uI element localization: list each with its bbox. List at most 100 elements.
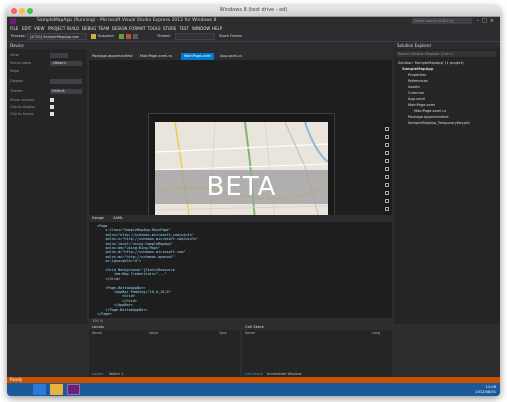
menu-build[interactable]: BUILD: [67, 25, 79, 32]
menu-tools[interactable]: TOOLS: [147, 25, 161, 32]
process-select[interactable]: [4720] SampleMapApp.exe: [27, 33, 87, 40]
device-panel: Device View Visual state <Base> Edge Disp…: [7, 42, 87, 324]
beta-overlay: BETA: [155, 170, 328, 204]
solution-explorer-title: Solution Explorer: [394, 42, 500, 49]
common-node[interactable]: Common: [408, 91, 424, 96]
thread-label: Thread:: [157, 34, 171, 38]
stop-icon[interactable]: [126, 34, 131, 39]
callstack-col-name: Name: [245, 331, 256, 335]
locals-col-value: Value: [149, 331, 159, 335]
references-node[interactable]: References: [408, 79, 428, 84]
tab-design[interactable]: Design: [92, 215, 104, 222]
menu-store[interactable]: STORE: [163, 25, 176, 32]
vs-window-controls[interactable]: –□×: [477, 18, 497, 24]
explorer-taskbar-icon[interactable]: [50, 384, 63, 395]
rotate-cw-icon[interactable]: [385, 167, 389, 171]
callstack-col-lang: Lang: [372, 331, 381, 335]
mac-window: Windows 8 (test drive - ed) SampleMapApp…: [7, 6, 500, 396]
menu-test[interactable]: TEST: [179, 25, 189, 32]
device-row-edge: Edge: [10, 69, 20, 73]
lifecycle-icon[interactable]: [91, 34, 96, 39]
location-icon[interactable]: [385, 191, 389, 195]
solution-search-input[interactable]: Search Solution Explorer (Ctrl+;): [396, 51, 496, 57]
suspend-button[interactable]: Suspend: [98, 33, 113, 40]
xaml-line: </Page>: [97, 312, 112, 316]
xaml-line: mc:Ignorable="d">: [97, 259, 142, 264]
zoom-select[interactable]: 100 %: [92, 319, 103, 323]
solution-node[interactable]: Solution 'SampleMapApp' (1 project): [398, 61, 464, 66]
clip-frame-checkbox[interactable]: [50, 112, 54, 116]
taskbar-clock[interactable]: 11:06 2012/08/31: [475, 385, 496, 394]
resolution-icon[interactable]: [385, 183, 389, 187]
theme-select[interactable]: Default: [50, 88, 82, 94]
device-panel-title: Device: [7, 42, 87, 49]
view-toggle[interactable]: [50, 52, 68, 58]
visual-studio-taskbar-icon[interactable]: [67, 384, 80, 395]
tab-mainpage-xaml[interactable]: MainPage.xaml: [181, 53, 215, 60]
document-tabs: Package.appxmanifest MainPage.xaml.cs Ma…: [89, 53, 392, 60]
locals-col-type: Type: [219, 331, 227, 335]
pin-icon[interactable]: [385, 127, 389, 131]
project-node[interactable]: SampleMapApp: [402, 67, 434, 72]
assets-node[interactable]: Assets: [408, 85, 420, 90]
bing-map[interactable]: BETA: [155, 122, 328, 221]
mac-titlebar: Windows 8 (test drive - ed): [7, 6, 500, 17]
menu-design[interactable]: DESIGN: [112, 25, 127, 32]
ie-taskbar-icon[interactable]: [33, 384, 46, 395]
step-icon[interactable]: [133, 34, 138, 39]
vs-logo-icon: [10, 18, 16, 24]
device-row-clip-frame: Clip to frame: [10, 111, 54, 117]
quick-launch-input[interactable]: Quick Launch (Ctrl+Q): [412, 18, 472, 24]
device-row-visual-state: Visual state <Base>: [10, 60, 82, 66]
visual-state-select[interactable]: <Base>: [50, 60, 82, 66]
touch-mode-icon[interactable]: [385, 143, 389, 147]
temporary-key-node[interactable]: SampleMapApp_TemporaryKey.pfx: [408, 121, 470, 126]
debug-toolbar: Process: [4720] SampleMapApp.exe Suspend…: [7, 32, 500, 42]
app-xaml-node[interactable]: App.xaml: [408, 97, 425, 102]
menu-help[interactable]: HELP: [212, 25, 222, 32]
tab-xaml[interactable]: XAML: [113, 215, 123, 222]
stack-frame-label: Stack Frame:: [219, 34, 243, 38]
mac-window-title: Windows 8 (test drive - ed): [219, 7, 288, 13]
xaml-line: </Grid>: [97, 276, 121, 281]
xaml-editor[interactable]: <Page x:Class="SampleMapApp.MainPage" xm…: [89, 222, 392, 318]
menu-window[interactable]: WINDOW: [192, 25, 210, 32]
menu-project[interactable]: PROJECT: [48, 25, 65, 32]
menu-file[interactable]: FILE: [10, 25, 18, 32]
clock-date: 2012/08/31: [475, 389, 496, 394]
rotation-icon[interactable]: [385, 159, 389, 163]
continue-icon[interactable]: [119, 34, 124, 39]
screenshot-icon[interactable]: [385, 199, 389, 203]
tab-app-cs[interactable]: App.xaml.cs: [217, 53, 245, 60]
windows-taskbar: 11:06 2012/08/31: [7, 383, 500, 396]
locals-title: Locals: [89, 324, 240, 330]
design-xaml-splitbar: Design XAML: [89, 215, 392, 222]
tab-package-manifest[interactable]: Package.appxmanifest: [89, 53, 136, 60]
menu-debug[interactable]: DEBUG: [82, 25, 96, 32]
clip-display-checkbox[interactable]: [50, 105, 54, 109]
properties-node[interactable]: Properties: [408, 73, 426, 78]
solution-explorer: Solution Explorer Search Solution Explor…: [394, 42, 500, 324]
pinch-zoom-icon[interactable]: [385, 151, 389, 155]
menu-edit[interactable]: EDIT: [22, 25, 31, 32]
rotate-ccw-icon[interactable]: [385, 175, 389, 179]
call-stack-title: Call Stack: [242, 324, 392, 330]
tab-mainpage-cs[interactable]: MainPage.xaml.cs: [137, 53, 175, 60]
manifest-node[interactable]: Package.appxmanifest: [408, 115, 449, 120]
mainpage-cs-node[interactable]: MainPage.xaml.cs: [414, 109, 446, 114]
process-label: Process:: [11, 34, 26, 38]
device-row-clip-display: Clip to display: [10, 104, 54, 110]
menu-view[interactable]: VIEW: [34, 25, 44, 32]
menu-format[interactable]: FORMAT: [129, 25, 146, 32]
thread-select[interactable]: [175, 33, 215, 40]
settings-icon[interactable]: [385, 207, 389, 211]
menu-bar: FILE EDIT VIEW PROJECT BUILD DEBUG TEAM …: [7, 25, 500, 32]
mainpage-xaml-node[interactable]: MainPage.xaml: [408, 103, 435, 108]
device-row-view: View: [10, 52, 68, 58]
mouse-mode-icon[interactable]: [385, 135, 389, 139]
vs-title: SampleMapApp (Running) - Microsoft Visua…: [37, 18, 217, 23]
display-select[interactable]: [50, 78, 82, 84]
show-chrome-checkbox[interactable]: [50, 98, 54, 102]
locals-col-name: Name: [92, 331, 103, 335]
menu-team[interactable]: TEAM: [98, 25, 109, 32]
